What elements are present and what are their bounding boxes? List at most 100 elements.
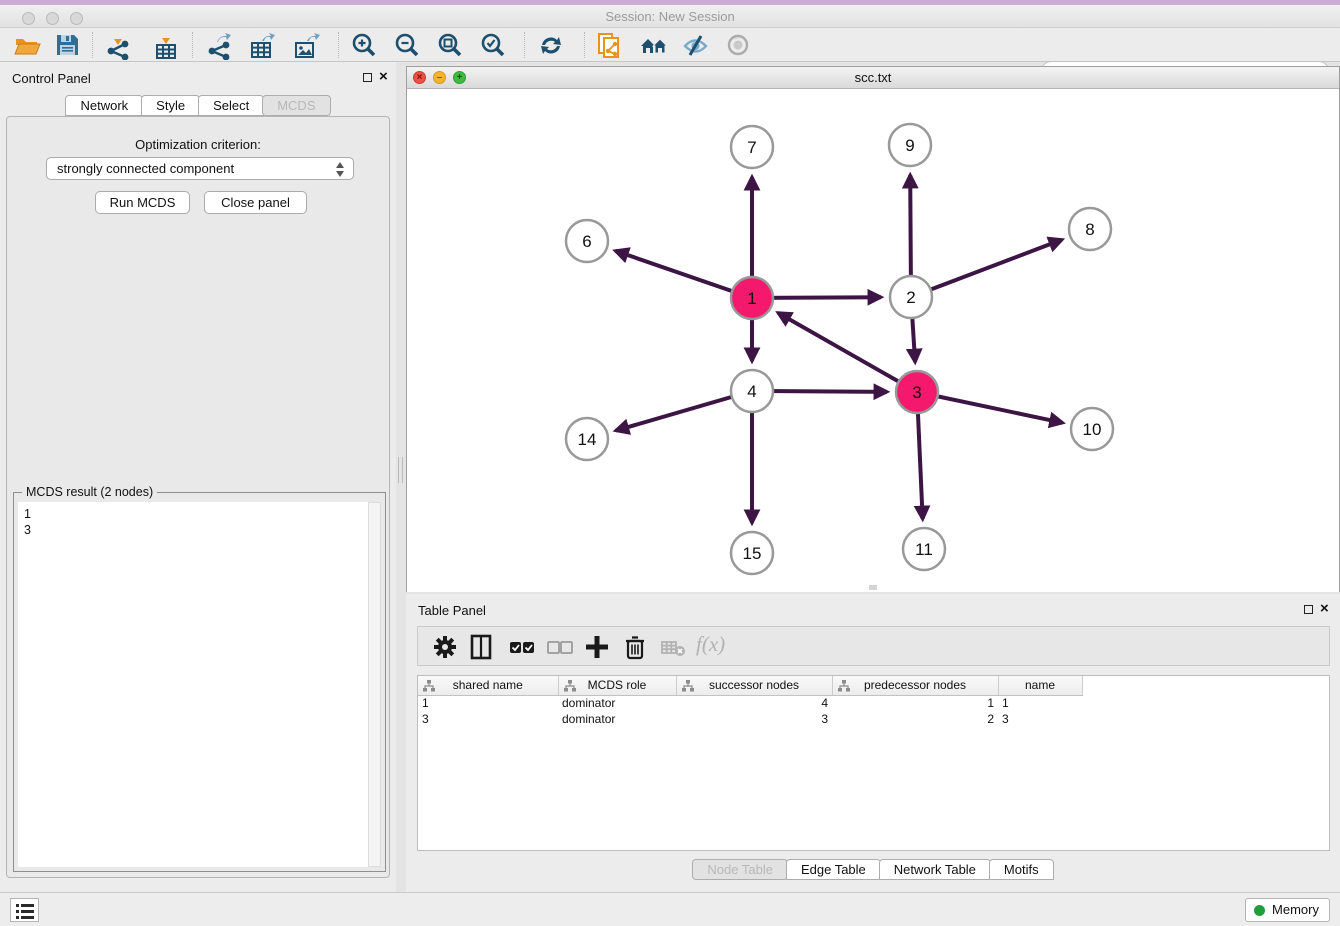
graph-edge-2-8[interactable] (911, 240, 1062, 297)
toolbar-separator (584, 32, 585, 58)
refresh-icon[interactable] (536, 31, 566, 59)
selected-option-label: strongly connected component (57, 161, 234, 176)
select-all-rows-icon[interactable] (508, 634, 536, 660)
open-folder-icon[interactable] (12, 31, 42, 59)
control-panel-tabs: NetworkStyleSelectMCDS (0, 95, 396, 116)
eye-disabled-icon (724, 31, 754, 59)
network-window-titlebar[interactable]: × – + scc.txt (407, 67, 1339, 89)
optimization-criterion-select[interactable]: strongly connected component (46, 157, 354, 180)
graph-node-label-14: 14 (578, 430, 597, 449)
export-network-icon[interactable] (204, 31, 234, 59)
close-panel-button[interactable]: Close panel (204, 191, 307, 214)
graph-node-label-1: 1 (747, 289, 756, 308)
toolbar-separator (338, 32, 339, 58)
graph-node-label-4: 4 (747, 382, 756, 401)
mcds-result-text[interactable]: 1 3 (18, 502, 368, 867)
status-bar: Memory (0, 892, 1340, 926)
network-canvas[interactable]: 7 9 6 8 1 2 4 3 14 10 15 11 (407, 89, 1339, 592)
toolbar-separator (192, 32, 193, 58)
column-header-predecessor-nodes[interactable]: predecessor nodes (832, 676, 998, 695)
graph-node-label-11: 11 (915, 540, 933, 559)
zoom-out-icon[interactable] (392, 31, 422, 59)
optimization-criterion-label: Optimization criterion: (7, 137, 389, 152)
tab-mcds[interactable]: MCDS (262, 95, 330, 116)
graph-node-label-2: 2 (906, 288, 915, 307)
graph-node-label-3: 3 (912, 383, 921, 402)
close-table-panel-icon[interactable]: × (1320, 600, 1329, 617)
run-mcds-button[interactable]: Run MCDS (95, 191, 190, 214)
result-scrollbar[interactable] (368, 502, 381, 867)
main-toolbar (0, 28, 1340, 62)
network-window-title: scc.txt (407, 70, 1339, 85)
graph-node-label-9: 9 (905, 136, 914, 155)
table-tabs: Node TableEdge TableNetwork TableMotifs (406, 859, 1340, 880)
import-table-icon[interactable] (150, 31, 180, 59)
network-graph[interactable]: 7 9 6 8 1 2 4 3 14 10 15 11 (407, 89, 1339, 592)
tab-select[interactable]: Select (198, 95, 264, 116)
column-header-shared-name[interactable]: shared name (418, 676, 558, 695)
panel-splitter[interactable] (396, 62, 406, 892)
float-table-panel-icon[interactable] (1304, 605, 1313, 614)
add-column-icon[interactable] (584, 634, 612, 660)
column-header-successor-nodes[interactable]: successor nodes (676, 676, 832, 695)
column-header-name[interactable]: name (998, 676, 1082, 695)
import-network-icon[interactable] (104, 31, 134, 59)
table-row[interactable]: 3 dominator 3 2 3 (418, 711, 1082, 727)
network-view-window: × – + scc.txt 7 9 6 8 1 2 4 3 14 10 15 11 (406, 66, 1340, 592)
tab-edge-table[interactable]: Edge Table (786, 859, 881, 880)
graph-node-label-8: 8 (1085, 220, 1094, 239)
close-panel-icon[interactable]: × (379, 68, 388, 85)
titlebar[interactable]: Session: New Session (0, 5, 1340, 28)
graph-node-label-15: 15 (743, 544, 762, 563)
tab-network-table[interactable]: Network Table (879, 859, 991, 880)
clone-network-icon[interactable] (594, 31, 624, 59)
delete-table-icon-disabled (660, 634, 688, 660)
graph-edge-3-1[interactable] (778, 313, 917, 392)
table-settings-gear-icon[interactable] (432, 634, 460, 660)
select-stepper-icon (335, 161, 345, 184)
toolbar-separator (92, 32, 93, 58)
home-networks-icon[interactable] (638, 31, 668, 59)
table-header-row: shared name MCDS role successor nodes (418, 676, 1082, 695)
column-header-mcds-role[interactable]: MCDS role (558, 676, 676, 695)
memory-label: Memory (1272, 902, 1319, 917)
tab-style[interactable]: Style (141, 95, 200, 116)
window-title: Session: New Session (0, 9, 1340, 24)
zoom-selected-icon[interactable] (478, 31, 508, 59)
memory-button[interactable]: Memory (1245, 898, 1330, 922)
table-toolbar: f(x) (417, 626, 1330, 666)
graph-node-label-6: 6 (582, 232, 591, 251)
column-selector-icon[interactable] (468, 634, 496, 660)
tab-motifs[interactable]: Motifs (989, 859, 1054, 880)
table-panel: Table Panel × (406, 594, 1340, 892)
zoom-fit-icon[interactable] (435, 31, 465, 59)
table-row[interactable]: 1 dominator 4 1 1 (418, 695, 1082, 711)
memory-status-dot (1254, 905, 1265, 916)
float-panel-icon[interactable] (363, 73, 372, 82)
save-icon[interactable] (52, 31, 82, 59)
control-panel: Control Panel × NetworkStyleSelectMCDS O… (0, 62, 396, 892)
delete-column-icon[interactable] (622, 634, 650, 660)
graph-node-label-7: 7 (747, 138, 756, 157)
application-window: Session: New Session (0, 0, 1340, 926)
control-panel-title: Control Panel (12, 71, 91, 86)
table-panel-header: Table Panel × (406, 594, 1340, 624)
node-table[interactable]: shared name MCDS role successor nodes (417, 675, 1330, 851)
tab-node-table[interactable]: Node Table (692, 859, 788, 880)
table-panel-title: Table Panel (418, 603, 486, 618)
function-builder-icon: f(x) (696, 632, 725, 657)
export-table-icon[interactable] (247, 31, 277, 59)
graph-node-label-10: 10 (1083, 420, 1102, 439)
network-resize-grip[interactable] (869, 585, 877, 590)
splitter-grip[interactable] (398, 457, 403, 483)
task-history-button[interactable] (10, 898, 39, 922)
zoom-in-icon[interactable] (349, 31, 379, 59)
export-image-icon[interactable] (290, 31, 320, 59)
mcds-tab-content: Optimization criterion: strongly connect… (6, 116, 390, 878)
mcds-result-group: MCDS result (2 nodes) 1 3 (13, 492, 386, 872)
graph-edge-3-10[interactable] (917, 392, 1063, 423)
tab-network[interactable]: Network (65, 95, 143, 116)
mcds-result-title: MCDS result (2 nodes) (22, 485, 157, 499)
hide-eye-icon[interactable] (680, 31, 710, 59)
deselect-all-rows-icon[interactable] (546, 634, 574, 660)
